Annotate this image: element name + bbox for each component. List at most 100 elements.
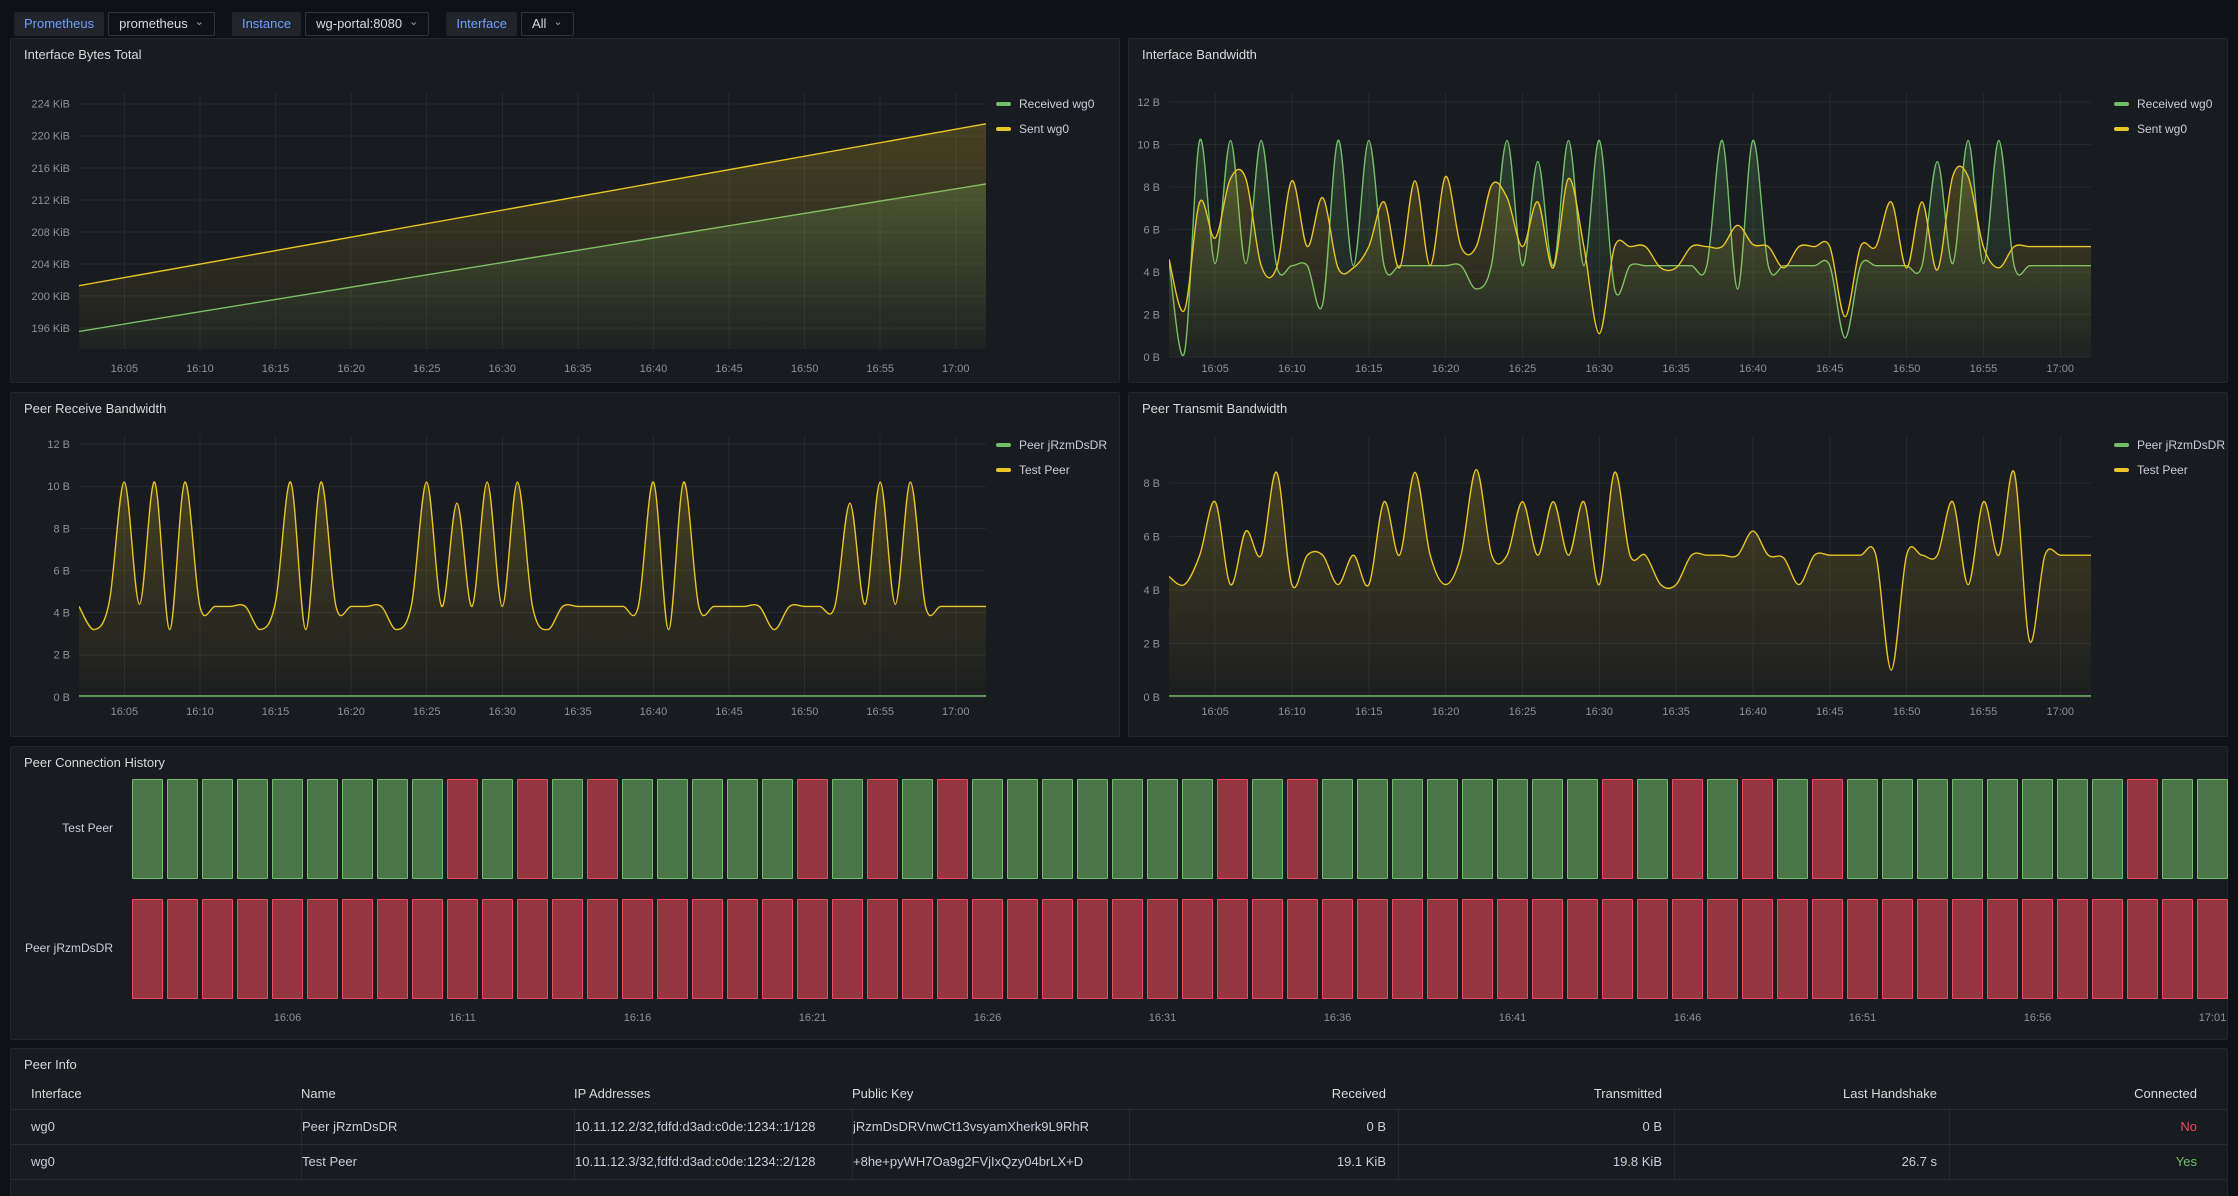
state-segment-disconnected[interactable]: [1287, 779, 1318, 879]
table-header-transmitted[interactable]: Transmitted: [1398, 1083, 1674, 1109]
state-segment-connected[interactable]: [1497, 779, 1528, 879]
state-segment-disconnected[interactable]: [972, 899, 1003, 999]
legend-item-test-peer[interactable]: Test Peer: [2114, 461, 2225, 479]
table-header-public-key[interactable]: Public Key: [852, 1083, 1129, 1109]
state-segment-disconnected[interactable]: [1742, 899, 1773, 999]
state-segment-connected[interactable]: [1952, 779, 1983, 879]
state-segment-disconnected[interactable]: [937, 779, 968, 879]
state-segment-connected[interactable]: [167, 779, 198, 879]
table-header-connected[interactable]: Connected: [1949, 1083, 2209, 1109]
state-segment-connected[interactable]: [1112, 779, 1143, 879]
state-segment-disconnected[interactable]: [2022, 899, 2053, 999]
state-segment-connected[interactable]: [1917, 779, 1948, 879]
state-segment-disconnected[interactable]: [202, 899, 233, 999]
table-header-last-handshake[interactable]: Last Handshake: [1674, 1083, 1949, 1109]
state-segment-connected[interactable]: [342, 779, 373, 879]
state-segment-connected[interactable]: [2092, 779, 2123, 879]
state-segment-connected[interactable]: [2197, 779, 2228, 879]
state-segment-connected[interactable]: [482, 779, 513, 879]
table-header-ip-addresses[interactable]: IP Addresses: [574, 1083, 852, 1109]
state-segment-connected[interactable]: [1532, 779, 1563, 879]
state-segment-disconnected[interactable]: [412, 899, 443, 999]
peer-connection-history-timeline[interactable]: Test PeerPeer jRzmDsDR16:0616:1116:1616:…: [11, 747, 2227, 1039]
state-segment-disconnected[interactable]: [342, 899, 373, 999]
state-segment-connected[interactable]: [132, 779, 163, 879]
variable-picker[interactable]: prometheus⌄: [108, 12, 215, 36]
state-segment-connected[interactable]: [272, 779, 303, 879]
state-segment-connected[interactable]: [412, 779, 443, 879]
state-segment-disconnected[interactable]: [622, 899, 653, 999]
state-segment-connected[interactable]: [1322, 779, 1353, 879]
state-segment-connected[interactable]: [1707, 779, 1738, 879]
state-segment-disconnected[interactable]: [1392, 899, 1423, 999]
peer-receive-bandwidth-chart[interactable]: 0 B2 B4 B6 B8 B10 B12 B16:0516:1016:1516…: [11, 393, 1119, 736]
state-segment-connected[interactable]: [692, 779, 723, 879]
state-segment-disconnected[interactable]: [867, 779, 898, 879]
state-segment-disconnected[interactable]: [1217, 779, 1248, 879]
state-segment-disconnected[interactable]: [1707, 899, 1738, 999]
state-segment-disconnected[interactable]: [447, 779, 478, 879]
state-segment-disconnected[interactable]: [1847, 899, 1878, 999]
state-segment-disconnected[interactable]: [1077, 899, 1108, 999]
state-segment-disconnected[interactable]: [937, 899, 968, 999]
state-segment-connected[interactable]: [202, 779, 233, 879]
state-segment-disconnected[interactable]: [272, 899, 303, 999]
state-segment-disconnected[interactable]: [1147, 899, 1178, 999]
state-segment-disconnected[interactable]: [1952, 899, 1983, 999]
variable-picker[interactable]: All⌄: [521, 12, 574, 36]
state-segment-disconnected[interactable]: [552, 899, 583, 999]
state-segment-disconnected[interactable]: [517, 779, 548, 879]
state-segment-disconnected[interactable]: [1287, 899, 1318, 999]
interface-bandwidth-chart[interactable]: 0 B2 B4 B6 B8 B10 B12 B16:0516:1016:1516…: [1129, 39, 2227, 382]
legend-item-peer-jrzmdsdr[interactable]: Peer jRzmDsDR: [996, 436, 1107, 454]
state-segment-connected[interactable]: [1882, 779, 1913, 879]
state-segment-disconnected[interactable]: [587, 899, 618, 999]
state-segment-disconnected[interactable]: [1672, 899, 1703, 999]
state-segment-disconnected[interactable]: [1217, 899, 1248, 999]
state-segment-disconnected[interactable]: [1462, 899, 1493, 999]
state-segment-disconnected[interactable]: [727, 899, 758, 999]
state-segment-disconnected[interactable]: [1182, 899, 1213, 999]
state-segment-disconnected[interactable]: [1252, 899, 1283, 999]
state-segment-disconnected[interactable]: [1812, 779, 1843, 879]
variable-picker[interactable]: wg-portal:8080⌄: [305, 12, 429, 36]
state-segment-connected[interactable]: [657, 779, 688, 879]
state-segment-connected[interactable]: [902, 779, 933, 879]
state-segment-connected[interactable]: [1007, 779, 1038, 879]
legend-item-received-wg0[interactable]: Received wg0: [996, 95, 1094, 113]
state-segment-connected[interactable]: [377, 779, 408, 879]
state-segment-disconnected[interactable]: [692, 899, 723, 999]
state-segment-connected[interactable]: [2022, 779, 2053, 879]
state-segment-connected[interactable]: [1987, 779, 2018, 879]
state-segment-disconnected[interactable]: [1532, 899, 1563, 999]
state-segment-disconnected[interactable]: [867, 899, 898, 999]
state-segment-connected[interactable]: [1567, 779, 1598, 879]
state-segment-connected[interactable]: [2162, 779, 2193, 879]
state-segment-disconnected[interactable]: [482, 899, 513, 999]
state-segment-disconnected[interactable]: [1917, 899, 1948, 999]
legend-item-sent-wg0[interactable]: Sent wg0: [996, 120, 1094, 138]
state-segment-connected[interactable]: [762, 779, 793, 879]
state-segment-disconnected[interactable]: [2127, 779, 2158, 879]
state-segment-connected[interactable]: [1252, 779, 1283, 879]
state-segment-connected[interactable]: [622, 779, 653, 879]
legend-item-sent-wg0[interactable]: Sent wg0: [2114, 120, 2212, 138]
state-segment-disconnected[interactable]: [1672, 779, 1703, 879]
state-segment-disconnected[interactable]: [307, 899, 338, 999]
legend-item-received-wg0[interactable]: Received wg0: [2114, 95, 2212, 113]
state-segment-disconnected[interactable]: [902, 899, 933, 999]
state-segment-connected[interactable]: [237, 779, 268, 879]
state-segment-connected[interactable]: [552, 779, 583, 879]
peer-transmit-bandwidth-chart[interactable]: 0 B2 B4 B6 B8 B16:0516:1016:1516:2016:25…: [1129, 393, 2227, 736]
state-segment-disconnected[interactable]: [377, 899, 408, 999]
state-segment-disconnected[interactable]: [517, 899, 548, 999]
state-segment-disconnected[interactable]: [2162, 899, 2193, 999]
state-segment-connected[interactable]: [1427, 779, 1458, 879]
state-segment-connected[interactable]: [307, 779, 338, 879]
state-segment-connected[interactable]: [972, 779, 1003, 879]
state-segment-disconnected[interactable]: [1497, 899, 1528, 999]
state-segment-disconnected[interactable]: [1602, 899, 1633, 999]
state-segment-connected[interactable]: [1637, 779, 1668, 879]
state-segment-disconnected[interactable]: [1742, 779, 1773, 879]
legend-item-peer-jrzmdsdr[interactable]: Peer jRzmDsDR: [2114, 436, 2225, 454]
